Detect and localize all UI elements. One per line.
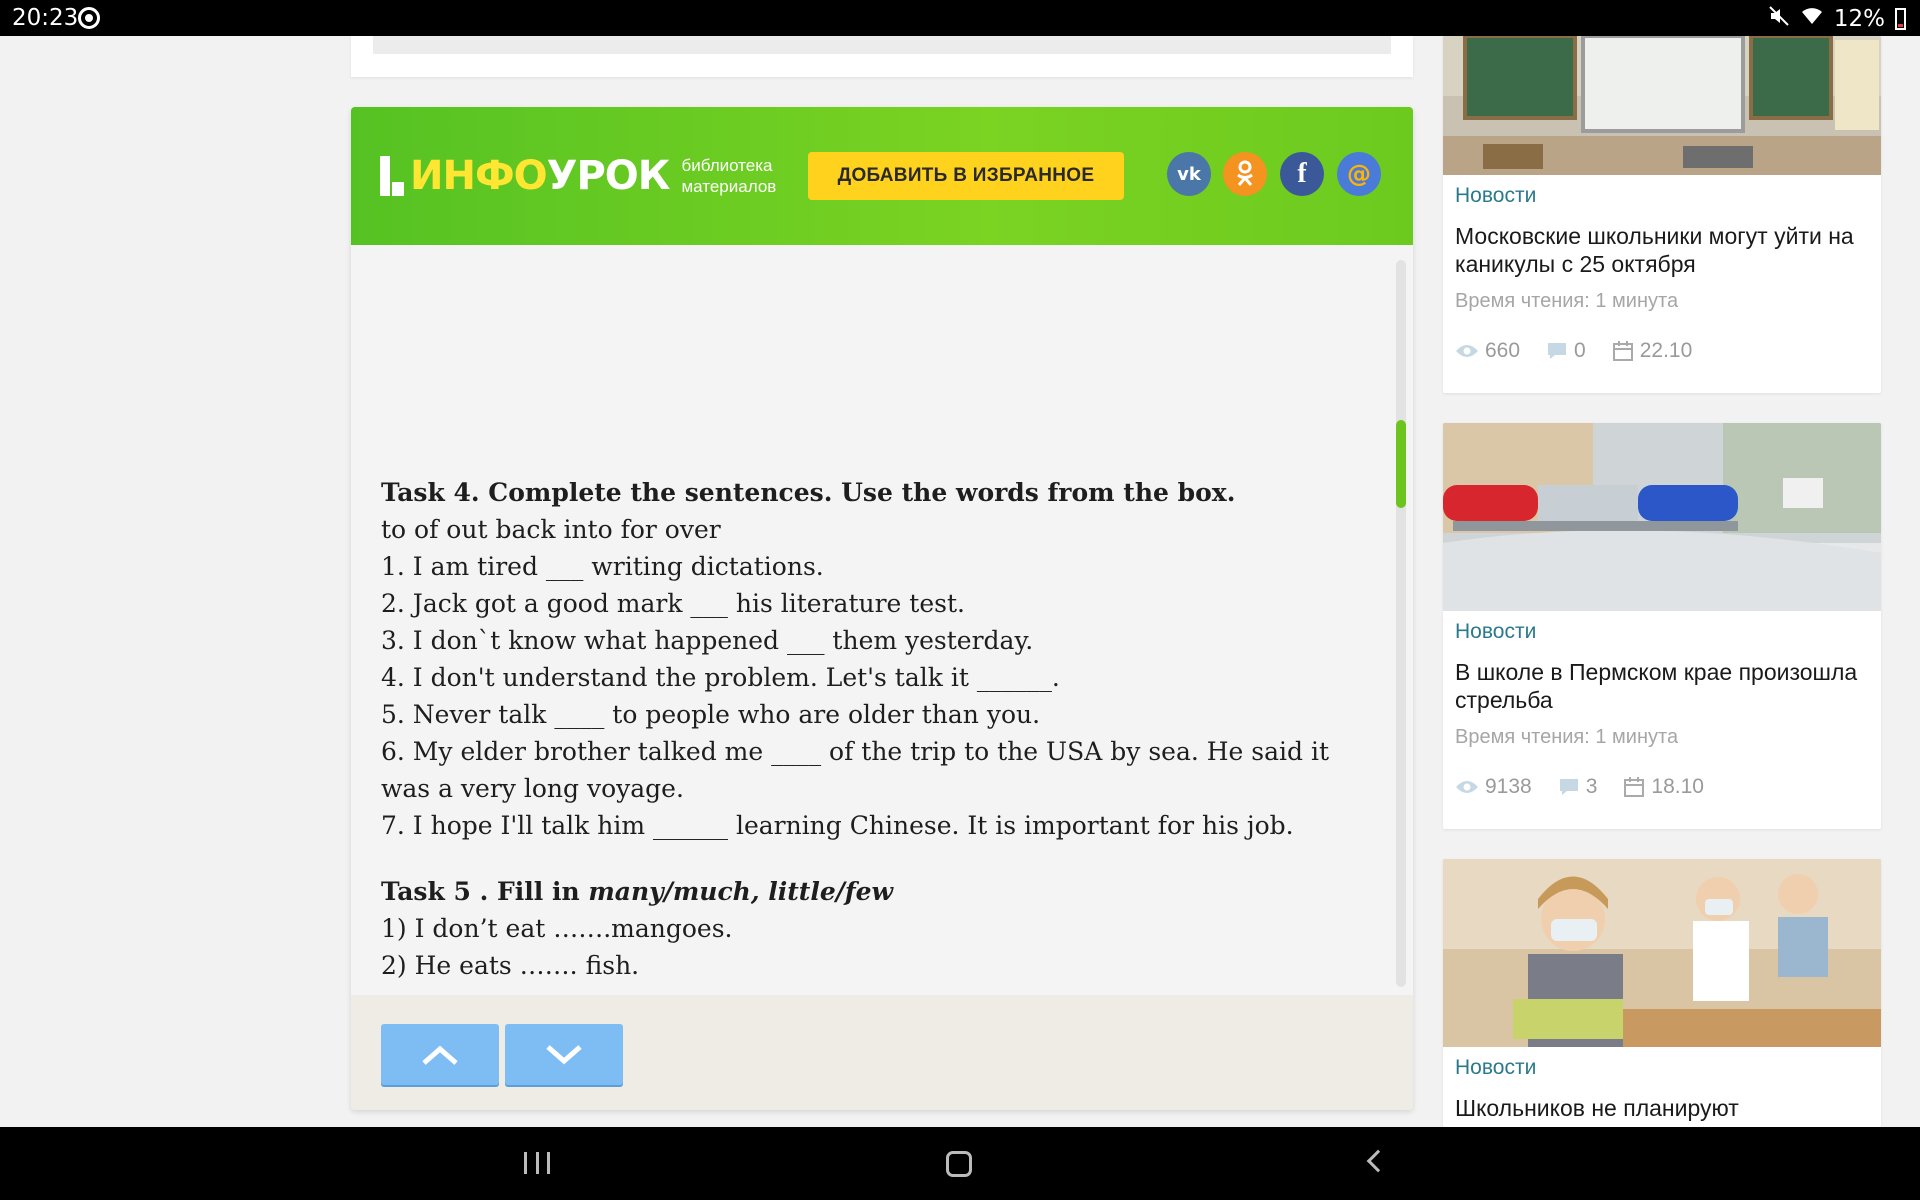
battery-icon xyxy=(1895,7,1906,30)
status-right: 12% xyxy=(1768,5,1906,32)
views-count: 9138 xyxy=(1485,775,1532,798)
eye-icon xyxy=(1456,345,1478,357)
task5-heading: Task 5 . Fill in many/much, little/few xyxy=(381,877,894,906)
news-card[interactable]: Новости Школьников не планируют xyxy=(1443,859,1881,1127)
home-icon[interactable] xyxy=(946,1151,972,1177)
news-image-students[interactable] xyxy=(1443,859,1881,1047)
task5-line: 1) I don’t eat …….mangoes. xyxy=(381,914,733,943)
task4-line: 2. Jack got a good mark ___ his literatu… xyxy=(381,589,965,618)
eye-icon xyxy=(1456,781,1478,793)
news-date: 22.10 xyxy=(1639,339,1693,362)
recent-apps-icon[interactable] xyxy=(524,1152,550,1174)
news-title[interactable]: В школе в Пермском крае произошла стрель… xyxy=(1455,658,1875,714)
infourok-banner: ИНФОУРОК библиотека материалов ДОБАВИТЬ … xyxy=(351,107,1413,245)
news-date: 18.10 xyxy=(1651,775,1704,798)
mute-icon xyxy=(1768,5,1790,32)
task4-line: was a very long voyage. xyxy=(381,774,684,803)
news-title[interactable]: Школьников не планируют xyxy=(1455,1094,1875,1122)
previous-card xyxy=(351,36,1413,77)
task4-line: 4. I don't understand the problem. Let's… xyxy=(381,663,1060,692)
news-image-police[interactable] xyxy=(1443,423,1881,611)
vk-icon[interactable]: vk xyxy=(1167,152,1211,196)
comments-count: 0 xyxy=(1574,339,1586,362)
task4-line: 1. I am tired ___ writing dictations. xyxy=(381,552,824,581)
comment-icon xyxy=(1559,779,1578,795)
task4-word-box: to of out back into for over xyxy=(381,515,721,544)
add-to-favorites-button[interactable]: ДОБАВИТЬ В ИЗБРАННОЕ xyxy=(808,152,1124,200)
logo-mark-icon xyxy=(380,156,406,196)
odnoklassniki-icon[interactable] xyxy=(1223,152,1267,196)
facebook-icon[interactable]: f xyxy=(1280,152,1324,196)
news-card[interactable]: Новости В школе в Пермском крае произошл… xyxy=(1443,423,1881,829)
chevron-up-icon xyxy=(422,1045,458,1065)
page-navigation xyxy=(351,995,1413,1110)
back-icon[interactable] xyxy=(1366,1149,1390,1173)
calendar-icon xyxy=(1612,341,1633,361)
sync-icon xyxy=(78,7,100,29)
infourok-logo[interactable]: ИНФОУРОК библиотека материалов xyxy=(380,155,776,197)
document-content: Task 4. Complete the sentences. Use the … xyxy=(381,474,1381,984)
news-reading-time: Время чтения: 1 минута xyxy=(1455,290,1679,312)
news-category[interactable]: Новости xyxy=(1455,184,1536,208)
chevron-down-icon xyxy=(546,1044,582,1064)
logo-text: ИНФОУРОК xyxy=(410,153,670,199)
task4-line: 5. Never talk ____ to people who are old… xyxy=(381,700,1041,729)
news-reading-time: Время чтения: 1 минута xyxy=(1455,726,1679,748)
news-category[interactable]: Новости xyxy=(1455,1056,1536,1080)
task4-line: 6. My elder brother talked me ____ of th… xyxy=(381,737,1330,766)
system-navigation-bar xyxy=(0,1127,1920,1200)
comment-icon xyxy=(1548,343,1567,359)
task5-line: 2) He eats ……. fish. xyxy=(381,951,640,980)
views-count: 660 xyxy=(1485,339,1521,362)
document-scrollbar[interactable] xyxy=(1396,260,1406,987)
comments-count: 3 xyxy=(1585,775,1598,798)
status-time: 20:23 xyxy=(12,5,79,31)
news-title[interactable]: Московские школьники могут уйти на каник… xyxy=(1455,222,1875,278)
task4-line: 7. I hope I'll talk him ______ learning … xyxy=(381,811,1294,840)
calendar-icon xyxy=(1624,777,1645,797)
battery-percent: 12% xyxy=(1833,5,1885,32)
wifi-icon xyxy=(1800,6,1824,31)
news-card[interactable]: Новости Московские школьники могут уйти … xyxy=(1443,36,1881,393)
news-meta: 9138 3 18.10 xyxy=(1455,775,1730,799)
news-image-classroom[interactable] xyxy=(1443,36,1881,175)
task4-heading: Task 4. Complete the sentences. Use the … xyxy=(381,478,1236,507)
news-meta: 660 0 22.10 xyxy=(1455,339,1718,363)
next-page-button[interactable] xyxy=(505,1024,623,1085)
status-bar: 20:23 12% xyxy=(0,0,1920,36)
task4-line: 3. I don`t know what happened ___ them y… xyxy=(381,626,1034,655)
previous-page-button[interactable] xyxy=(381,1024,499,1085)
scrollbar-thumb[interactable] xyxy=(1396,420,1406,508)
document-viewer: ИНФОУРОК библиотека материалов ДОБАВИТЬ … xyxy=(351,107,1413,1110)
logo-subtitle: библиотека материалов xyxy=(681,156,777,196)
news-category[interactable]: Новости xyxy=(1455,620,1536,644)
mail-icon[interactable]: @ xyxy=(1337,152,1381,196)
